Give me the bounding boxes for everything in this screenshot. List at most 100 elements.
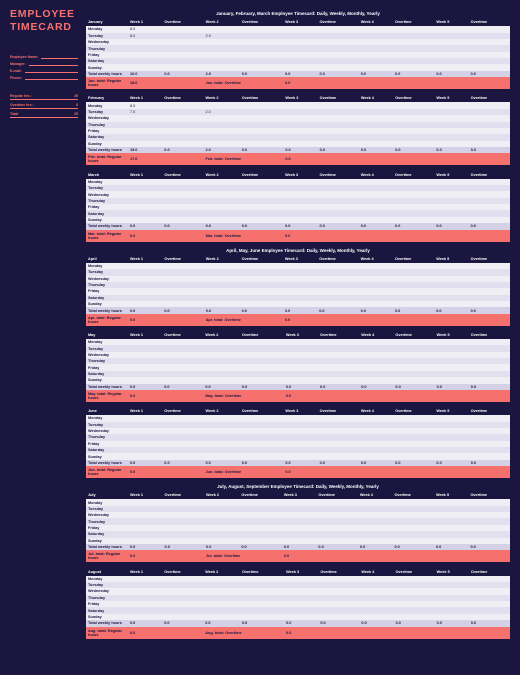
- column-header: Overtime: [162, 332, 203, 339]
- timecard-table: JulyWeek 1OvertimeWeek 2OvertimeWeek 3Ov…: [86, 492, 510, 562]
- column-header: Week 2: [203, 332, 240, 339]
- column-header: Week 5: [435, 332, 469, 339]
- column-header: Overtime: [240, 332, 284, 339]
- month-name: April: [86, 256, 128, 263]
- column-header: Overtime: [162, 256, 203, 263]
- month-total-row: Mar. total: Regular hours0.0Mar. total: …: [86, 230, 510, 242]
- column-header: Overtime: [240, 568, 284, 575]
- column-header: Overtime: [469, 19, 510, 26]
- column-header: Overtime: [318, 568, 359, 575]
- timecard-table: MarchWeek 1OvertimeWeek 2OvertimeWeek 3O…: [86, 171, 510, 241]
- column-header: Week 4: [359, 408, 393, 415]
- column-header: Overtime: [317, 256, 358, 263]
- month-total-ot-label: Feb. total: Overtime: [204, 153, 284, 165]
- summary-value: 0: [76, 103, 78, 107]
- column-header: Week 5: [434, 408, 468, 415]
- timecard-table: JanuaryWeek 1OvertimeWeek 2OvertimeWeek …: [86, 19, 510, 89]
- column-header: Week 1: [128, 19, 162, 26]
- column-header: Overtime: [162, 95, 203, 102]
- month-total-row: Feb. total: Regular hours17.0 Feb. total:…: [86, 153, 510, 165]
- month-name: March: [86, 171, 128, 178]
- month-total-row: Jun. total: Regular hours0.0Jun. total: …: [86, 466, 510, 478]
- summary-value: 25: [74, 112, 78, 116]
- column-header: Week 1: [128, 408, 162, 415]
- column-header: Overtime: [393, 171, 434, 178]
- section-header: July, August, September Employee Timecar…: [86, 484, 510, 489]
- month-total-reg-value: 0.0: [128, 230, 162, 242]
- column-header: Week 2: [204, 19, 240, 26]
- month-total-ot-value: 0.0: [283, 153, 317, 165]
- meta-row: Phone:: [10, 76, 78, 80]
- column-header: Week 4: [359, 332, 393, 339]
- meta-label: Phone:: [10, 76, 22, 80]
- meta-input-line[interactable]: [25, 70, 78, 73]
- column-header: Overtime: [394, 568, 435, 575]
- meta-row: E-mail:: [10, 69, 78, 73]
- month-total-ot-value: 0.0: [283, 77, 317, 89]
- month-total-row: Apr. total: Regular hours0.0Apr. total: …: [86, 314, 510, 326]
- month-total-ot-value: 0.0: [283, 230, 317, 242]
- meta-input-line[interactable]: [41, 56, 78, 59]
- month-total-ot-label: Mar. total: Overtime: [204, 230, 284, 242]
- month-total-reg-label: Mar. total: Regular hours: [86, 230, 128, 242]
- column-header: Overtime: [162, 568, 203, 575]
- meta-row: Employee Name:: [10, 55, 78, 59]
- column-header: Week 1: [128, 256, 162, 263]
- column-header: Week 3: [283, 19, 317, 26]
- column-header: Week 5: [435, 568, 469, 575]
- month-total-reg-value: 0.0: [128, 390, 162, 402]
- meta-input-line[interactable]: [25, 77, 78, 80]
- summary-row: Regular hrs.:25: [10, 94, 78, 100]
- month-total-ot-value: 0.0: [284, 390, 318, 402]
- month-name: May: [86, 332, 128, 339]
- month-total-reg-value: 17.0: [128, 153, 162, 165]
- month-total-ot-label: Jan. total: Overtime: [204, 77, 284, 89]
- column-header: Overtime: [393, 256, 434, 263]
- column-header: Overtime: [469, 256, 510, 263]
- column-header: Overtime: [318, 332, 359, 339]
- column-header: Overtime: [318, 95, 359, 102]
- column-header: Overtime: [240, 256, 283, 263]
- column-header: Week 3: [284, 332, 318, 339]
- column-header: Overtime: [240, 19, 283, 26]
- summary-row: Total 25: [10, 112, 78, 118]
- meta-label: E-mail:: [10, 69, 22, 73]
- column-header: Week 1: [128, 492, 163, 499]
- column-header: Week 4: [359, 95, 393, 102]
- summary-label: Total: [10, 112, 18, 116]
- title-line1: EMPLOYEE: [10, 8, 78, 21]
- meta-row: Manager:: [10, 62, 78, 66]
- month-total-reg-label: May. total: Regular hours: [86, 390, 128, 402]
- sidebar: EMPLOYEE TIMECARD Employee Name: Manager:…: [10, 8, 78, 645]
- section-header: January, February, March Employee Timeca…: [86, 11, 510, 16]
- month-block: AugustWeek 1OvertimeWeek 2OvertimeWeek 3…: [86, 568, 510, 638]
- month-total-row: Aug. total: Regular hours0.0Aug. total: …: [86, 627, 510, 639]
- month-total-ot-label: Aug. total: Overtime: [203, 627, 284, 639]
- app-title: EMPLOYEE TIMECARD: [10, 8, 78, 33]
- column-header: Week 2: [204, 408, 240, 415]
- column-header: Overtime: [393, 95, 434, 102]
- section-header: April, May, June Employee Timecard: Dail…: [86, 248, 510, 253]
- column-header: Week 1: [128, 332, 162, 339]
- column-header: Week 2: [204, 492, 239, 499]
- month-total-reg-label: Jul. total: Regular hours: [86, 550, 128, 562]
- month-total-reg-label: Feb. total: Regular hours: [86, 153, 128, 165]
- column-header: Week 4: [359, 171, 393, 178]
- month-name: June: [86, 408, 128, 415]
- month-name: February: [86, 95, 128, 102]
- month-total-reg-label: Jun. total: Regular hours: [86, 466, 128, 478]
- month-total-ot-label: Apr. total: Overtime: [204, 314, 283, 326]
- meta-input-line[interactable]: [29, 63, 78, 66]
- column-header: Week 1: [128, 171, 162, 178]
- column-header: Week 4: [359, 19, 393, 26]
- month-total-reg-value: 0.0: [128, 550, 163, 562]
- month-block: JulyWeek 1OvertimeWeek 2OvertimeWeek 3Ov…: [86, 492, 510, 562]
- month-total-reg-value: 18.0: [128, 77, 162, 89]
- month-total-reg-value: 0.0: [128, 466, 162, 478]
- month-total-ot-value: 0.0: [282, 550, 317, 562]
- column-header: Overtime: [162, 19, 203, 26]
- column-header: Overtime: [318, 408, 359, 415]
- month-total-ot-label: Jul. total: Overtime: [204, 550, 282, 562]
- month-name: July: [86, 492, 128, 499]
- column-header: Week 3: [283, 256, 317, 263]
